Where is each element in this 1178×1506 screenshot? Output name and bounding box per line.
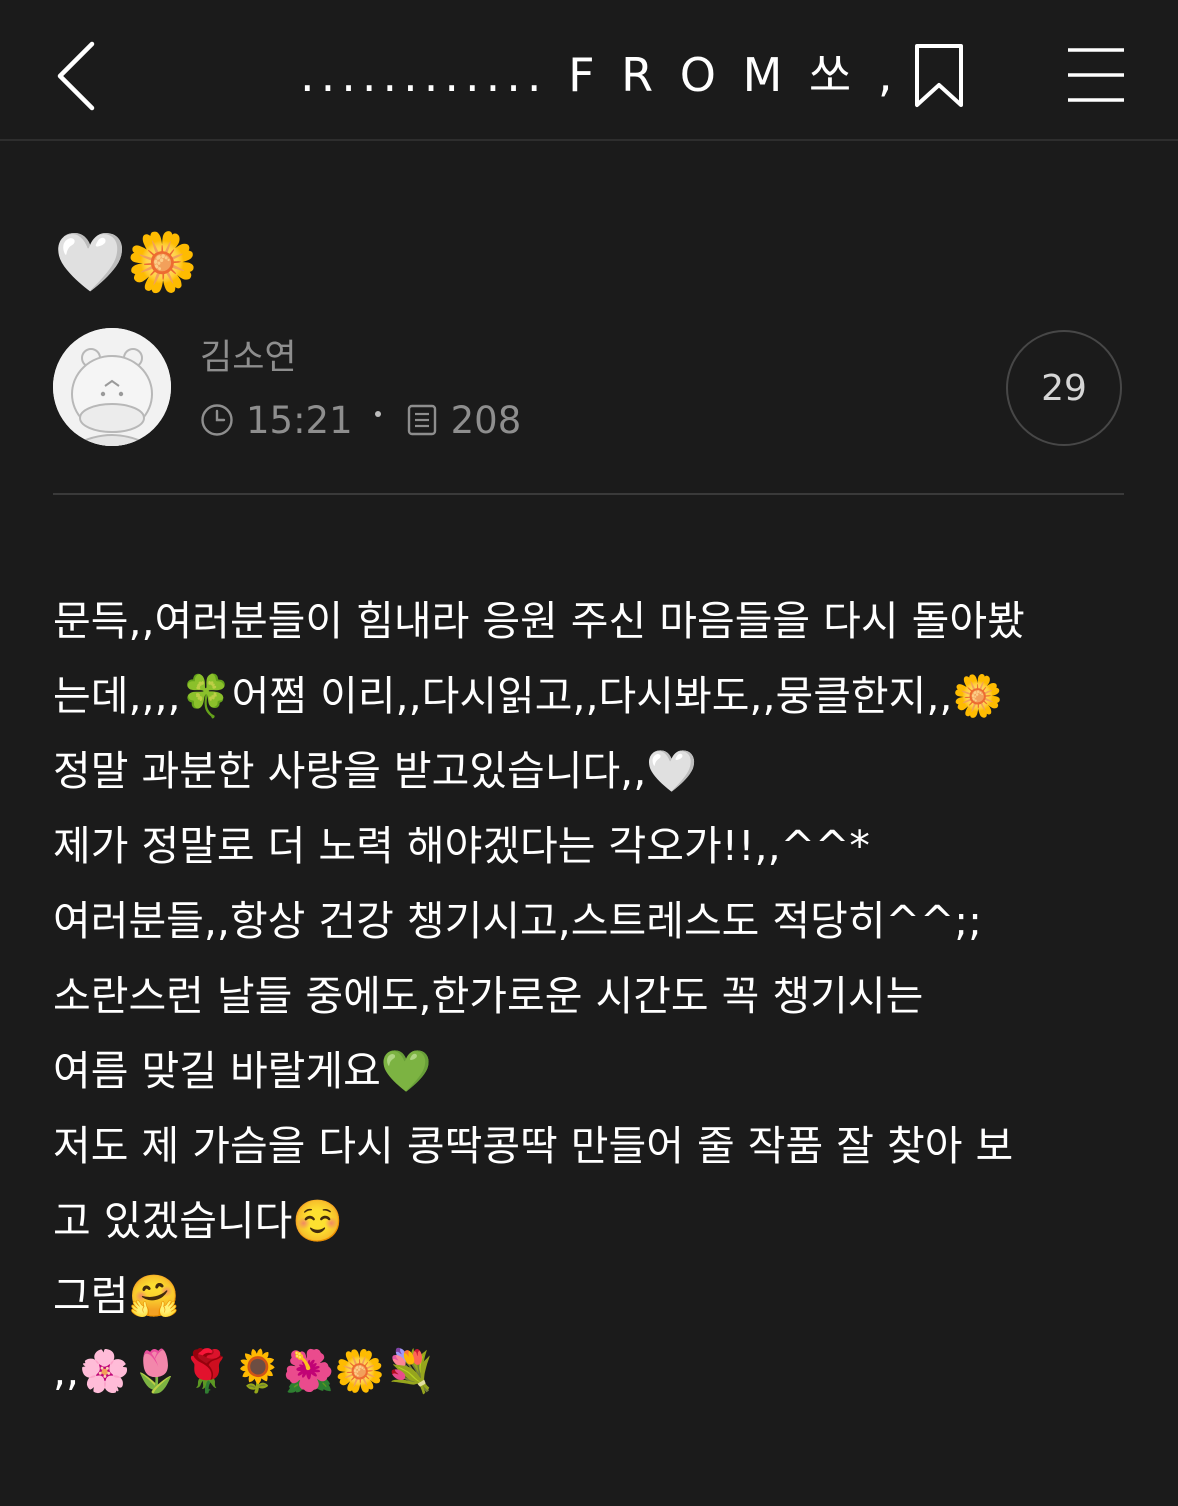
post-line: 제가 정말로 더 노력 해야겠다는 각오가!!,,^^*: [53, 822, 870, 870]
post-line: 여름 맞길 바랄게요💚: [53, 1047, 432, 1095]
document-icon: [407, 404, 436, 436]
post-line: 여러분들,,항상 건강 챙기시고,스트레스도 적당히^^;;: [53, 897, 982, 945]
avatar[interactable]: [53, 328, 171, 446]
clock-icon: [201, 404, 233, 436]
back-button[interactable]: [50, 36, 110, 116]
author-name[interactable]: 김소연: [200, 334, 297, 382]
post-line: 문득,,여러분들이 힘내라 응원 주신 마음들을 다시 돌아봤: [53, 597, 1025, 645]
menu-icon: [1068, 48, 1124, 102]
post-line: 그럼🤗: [53, 1272, 180, 1320]
comment-count: 29: [1041, 367, 1087, 409]
menu-button[interactable]: [1064, 46, 1128, 106]
post-body: 문득,,여러분들이 힘내라 응원 주신 마음들을 다시 돌아봤 는데,,,,🍀어…: [53, 584, 1133, 1409]
blossom-emoji: 🌼: [126, 228, 199, 296]
bookmark-button[interactable]: [912, 42, 968, 110]
hippo-avatar-icon: [53, 328, 171, 446]
post-count: 208: [450, 398, 522, 442]
white-heart-emoji: 🤍: [54, 228, 127, 296]
meta-separator: [374, 411, 381, 417]
post-line: 소란스런 날들 중에도,한가로운 시간도 꼭 챙기시는: [53, 972, 924, 1020]
divider: [53, 493, 1124, 495]
post-title: 🤍🌼: [54, 222, 198, 302]
chevron-left-icon: [57, 41, 95, 111]
top-bar: ............ F R O M 쏘 ,: [0, 0, 1178, 141]
post-line: ,,🌸🌷🌹🌻🌺🌼💐: [53, 1347, 437, 1395]
post-line: 정말 과분한 사랑을 받고있습니다,,🤍: [53, 747, 698, 795]
post-line: 저도 제 가슴을 다시 콩딱콩딱 만들어 줄 작품 잘 찾아 보: [53, 1122, 1014, 1170]
post-time: 15:21: [246, 398, 353, 442]
page-title: ............ F R O M 쏘 ,: [300, 48, 899, 102]
post-line: 고 있겠습니다☺️: [53, 1197, 344, 1245]
post-meta: 15:21 208: [200, 396, 521, 444]
post-line: 는데,,,,🍀어쩜 이리,,다시읽고,,다시봐도,,뭉클한지,,🌼: [53, 672, 1004, 720]
comment-count-button[interactable]: 29: [1006, 330, 1122, 446]
bookmark-icon: [915, 44, 963, 107]
